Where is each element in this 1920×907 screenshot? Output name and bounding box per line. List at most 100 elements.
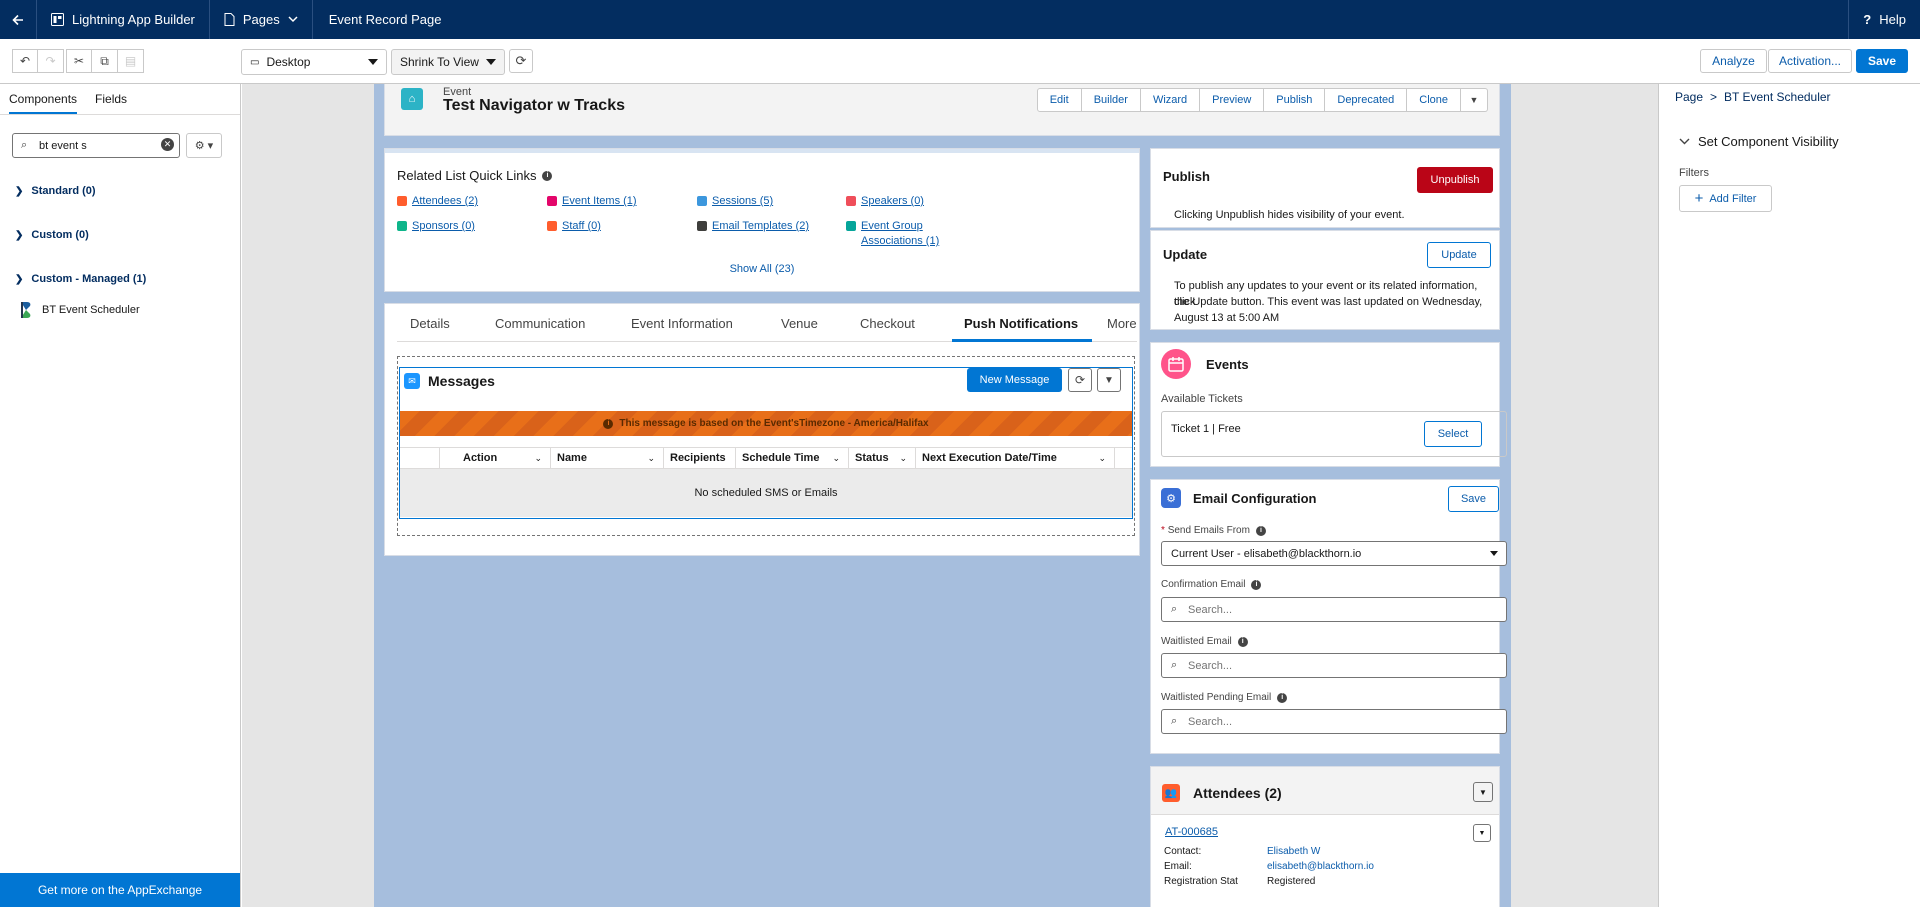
builder-toolbar: ↶ ↷ ✂ ⧉ ▤ ▭ Desktop Shrink To View bbox=[0, 39, 1920, 84]
related-list-quick-links[interactable]: Related List Quick Links i Attendees (2)… bbox=[384, 148, 1140, 292]
publish-button[interactable]: Publish bbox=[1264, 88, 1326, 112]
email-configuration-card[interactable]: ⚙ Email Configuration Save * Send Emails… bbox=[1150, 479, 1507, 754]
copy-button[interactable]: ⧉ bbox=[92, 49, 118, 73]
add-filter-button[interactable]: + Add Filter bbox=[1679, 185, 1772, 212]
app-title-label: Lightning App Builder bbox=[72, 12, 195, 27]
back-button[interactable] bbox=[0, 0, 37, 39]
messages-component[interactable]: ✉ Messages New Message ⟳ ▼ i This messag… bbox=[399, 367, 1133, 519]
link-event-items[interactable]: Event Items (1) bbox=[547, 194, 637, 209]
link-attendees[interactable]: Attendees (2) bbox=[397, 194, 478, 209]
search-value: bt event s bbox=[39, 139, 87, 152]
breadcrumb-page-link[interactable]: Page bbox=[1675, 90, 1703, 104]
update-button[interactable]: Update bbox=[1427, 242, 1491, 268]
link-label: Sessions (5) bbox=[712, 195, 774, 207]
tabs-component[interactable]: Details Communication Event Information … bbox=[384, 303, 1140, 556]
waitlisted-pending-email-input[interactable]: ⌕ Search... bbox=[1161, 709, 1507, 734]
cut-button[interactable]: ✂ bbox=[66, 49, 92, 73]
link-event-group-associations[interactable]: Event Group Associations (1) bbox=[846, 219, 939, 249]
messages-dropzone[interactable]: ✉ Messages New Message ⟳ ▼ i This messag… bbox=[397, 356, 1135, 536]
tab-details[interactable]: Details bbox=[410, 316, 450, 331]
new-message-button[interactable]: New Message bbox=[967, 368, 1062, 392]
contact-link[interactable]: Elisabeth W bbox=[1267, 846, 1320, 857]
events-card[interactable]: Events Available Tickets Ticket 1 | Free… bbox=[1150, 342, 1507, 467]
section-custom-managed[interactable]: ❯ Custom - Managed (1) bbox=[15, 273, 146, 285]
column-action[interactable]: Action ⌄ bbox=[440, 448, 551, 468]
more-actions-button[interactable]: ▼ bbox=[1461, 88, 1488, 112]
header-actions: Edit Builder Wizard Preview Publish Depr… bbox=[1036, 88, 1488, 112]
update-title: Update bbox=[1163, 247, 1208, 262]
link-staff[interactable]: Staff (0) bbox=[547, 219, 601, 234]
attendees-menu-button[interactable]: ▼ bbox=[1473, 782, 1493, 802]
clone-button[interactable]: Clone bbox=[1407, 88, 1461, 112]
link-speakers[interactable]: Speakers (0) bbox=[846, 194, 924, 209]
search-icon: ⌕ bbox=[1171, 603, 1178, 615]
tab-venue[interactable]: Venue bbox=[781, 316, 818, 331]
deprecated-button[interactable]: Deprecated bbox=[1325, 88, 1408, 112]
redo-button[interactable]: ↷ bbox=[38, 49, 64, 73]
column-next-execution[interactable]: Next Execution Date/Time ⌄ bbox=[916, 448, 1115, 468]
link-email-templates[interactable]: Email Templates (2) bbox=[697, 219, 809, 234]
link-label: Event Group bbox=[861, 220, 923, 232]
section-standard[interactable]: ❯ Standard (0) bbox=[15, 185, 96, 197]
tab-fields[interactable]: Fields bbox=[95, 92, 127, 114]
settings-menu-button[interactable]: ⚙ ▾ bbox=[186, 133, 222, 158]
link-sponsors[interactable]: Sponsors (0) bbox=[397, 219, 475, 234]
refresh-messages-button[interactable]: ⟳ bbox=[1068, 368, 1092, 392]
preview-button[interactable]: Preview bbox=[1200, 88, 1265, 112]
tab-more[interactable]: More bbox=[1107, 316, 1137, 331]
unpublish-button[interactable]: Unpublish bbox=[1417, 167, 1493, 193]
help-link[interactable]: ? Help bbox=[1848, 0, 1920, 39]
record-header[interactable]: ⌂ Event Test Navigator w Tracks Edit Bui… bbox=[384, 84, 1500, 136]
update-card[interactable]: Update Update To publish any updates to … bbox=[1150, 230, 1500, 330]
show-all-link[interactable]: Show All (23) bbox=[385, 263, 1139, 275]
device-select[interactable]: ▭ Desktop bbox=[241, 49, 387, 75]
pages-menu[interactable]: Pages bbox=[210, 0, 313, 39]
section-custom[interactable]: ❯ Custom (0) bbox=[15, 229, 89, 241]
tab-checkout[interactable]: Checkout bbox=[860, 316, 915, 331]
placeholder: Search... bbox=[1188, 659, 1233, 672]
builder-canvas: ⌂ Event Test Navigator w Tracks Edit Bui… bbox=[242, 84, 1658, 907]
email-config-save-button[interactable]: Save bbox=[1448, 486, 1499, 512]
tab-push-notifications[interactable]: Push Notifications bbox=[964, 316, 1078, 331]
save-button[interactable]: Save bbox=[1856, 49, 1908, 73]
gear-icon: ⚙ ▾ bbox=[194, 140, 214, 152]
component-bt-event-scheduler[interactable]: BT Event Scheduler bbox=[20, 302, 140, 318]
confirmation-email-input[interactable]: ⌕ Search... bbox=[1161, 597, 1507, 622]
wizard-button[interactable]: Wizard bbox=[1140, 88, 1201, 112]
appexchange-link[interactable]: Get more on the AppExchange bbox=[0, 873, 240, 907]
tab-communication[interactable]: Communication bbox=[495, 316, 585, 331]
column-name[interactable]: Name ⌄ bbox=[551, 448, 664, 468]
publish-card[interactable]: Publish Unpublish Clicking Unpublish hid… bbox=[1150, 148, 1500, 228]
column-status[interactable]: Status ⌄ bbox=[849, 448, 916, 468]
refresh-canvas-button[interactable]: ⟳ bbox=[509, 49, 533, 73]
properties-panel: Page > BT Event Scheduler Set Component … bbox=[1658, 84, 1920, 907]
clear-icon[interactable]: ✕ bbox=[161, 138, 174, 151]
column-schedule-time[interactable]: Schedule Time ⌄ bbox=[736, 448, 849, 468]
waitlisted-pending-email-label: Waitlisted Pending Email i bbox=[1161, 692, 1288, 703]
column-recipients[interactable]: Recipients bbox=[664, 448, 736, 468]
paste-button[interactable]: ▤ bbox=[118, 49, 144, 73]
analyze-button[interactable]: Analyze bbox=[1700, 49, 1767, 73]
zoom-select[interactable]: Shrink To View bbox=[391, 49, 505, 75]
device-value: Desktop bbox=[266, 55, 311, 69]
waitlisted-email-input[interactable]: ⌕ Search... bbox=[1161, 653, 1507, 678]
visibility-section-toggle[interactable]: Set Component Visibility bbox=[1679, 134, 1839, 149]
chevron-down-icon bbox=[486, 59, 496, 65]
undo-button[interactable]: ↶ bbox=[12, 49, 38, 73]
attendee-record-link[interactable]: AT-000685 bbox=[1165, 826, 1218, 838]
component-search-input[interactable]: ⌕ bt event s ✕ bbox=[12, 133, 180, 158]
breadcrumb: Page > BT Event Scheduler bbox=[1675, 90, 1831, 104]
activation-button[interactable]: Activation... bbox=[1768, 49, 1852, 73]
row-actions-button[interactable]: ▼ bbox=[1473, 824, 1491, 842]
builder-button[interactable]: Builder bbox=[1081, 88, 1141, 112]
tab-components[interactable]: Components bbox=[9, 92, 78, 114]
send-from-select[interactable]: Current User - elisabeth@blackthorn.io bbox=[1161, 541, 1507, 566]
email-link[interactable]: elisabeth@blackthorn.io bbox=[1267, 861, 1374, 872]
edit-button[interactable]: Edit bbox=[1036, 88, 1082, 112]
publish-text: Clicking Unpublish hides visibility of y… bbox=[1174, 209, 1405, 221]
filter-button[interactable]: ▼ bbox=[1097, 368, 1121, 392]
link-sessions[interactable]: Sessions (5) bbox=[697, 194, 773, 209]
attendees-related-list[interactable]: 👥 Attendees (2) ▼ AT-000685 ▼ Contact: E… bbox=[1150, 766, 1500, 907]
select-ticket-button[interactable]: Select bbox=[1424, 421, 1482, 447]
tab-event-information[interactable]: Event Information bbox=[631, 316, 733, 331]
